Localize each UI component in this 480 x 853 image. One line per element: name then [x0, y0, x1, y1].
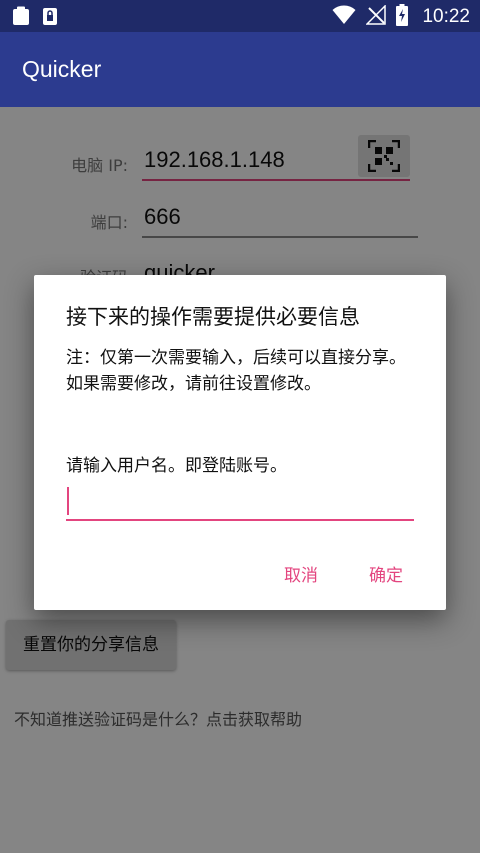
lock-badge-icon — [42, 6, 58, 30]
app-title: Quicker — [22, 56, 102, 82]
no-signal-icon — [365, 4, 387, 29]
username-dialog: 接下来的操作需要提供必要信息 注：仅第一次需要输入，后续可以直接分享。如果需要修… — [34, 275, 446, 610]
clock: 10:22 — [422, 6, 470, 27]
cancel-button[interactable]: 取消 — [284, 561, 318, 586]
username-input[interactable] — [66, 483, 414, 521]
app-bar: Quicker — [0, 32, 480, 107]
dialog-title: 接下来的操作需要提供必要信息 — [66, 305, 360, 329]
dialog-prompt: 请输入用户名。即登陆账号。 — [66, 456, 287, 476]
clipboard-icon — [12, 6, 30, 30]
text-cursor — [67, 487, 69, 515]
ok-button[interactable]: 确定 — [369, 561, 403, 586]
dialog-message: 注：仅第一次需要输入，后续可以直接分享。如果需要修改，请前往设置修改。 — [66, 348, 406, 394]
battery-charging-icon — [396, 4, 409, 30]
wifi-icon — [332, 5, 356, 29]
status-bar: 10:22 — [0, 0, 480, 32]
